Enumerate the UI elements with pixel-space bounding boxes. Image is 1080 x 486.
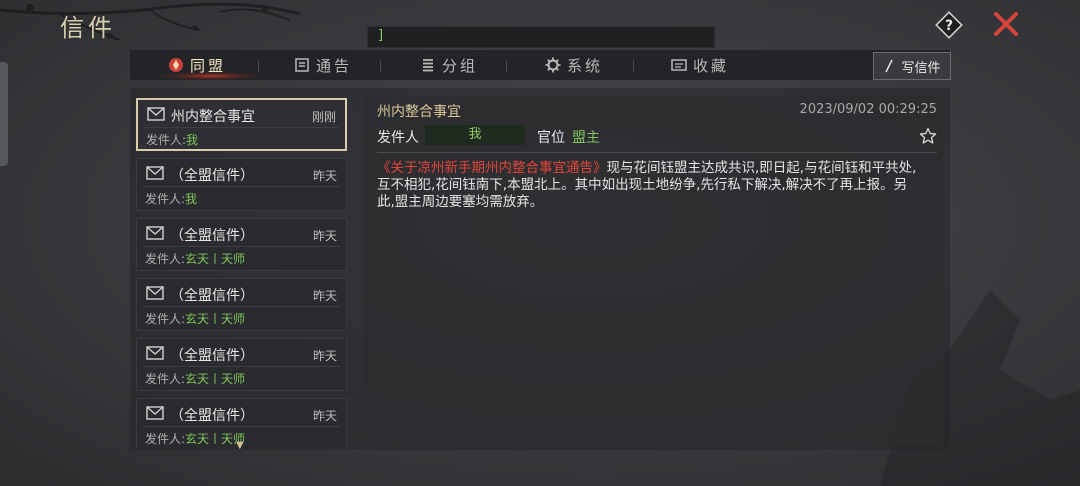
detail-body-highlight[interactable]: 《关于凉州新手期州内整合事宜通告》 — [377, 160, 607, 176]
mail-subject: （全盟信件） — [170, 168, 254, 184]
tab-bar: 同盟 通告 分组 系统 收藏 — [130, 50, 950, 80]
compose-label: 写信件 — [901, 60, 941, 76]
detail-sender-name[interactable]: 我 — [425, 125, 525, 145]
mail-subject: 州内整合事宜 — [171, 109, 255, 125]
mail-item[interactable]: （全盟信件） 昨天 发件人:玄天丨天师 — [136, 218, 347, 271]
tab-divider — [633, 60, 634, 72]
group-icon — [420, 57, 436, 73]
mail-sender: 发件人:玄天丨天师 — [145, 252, 246, 266]
divider — [143, 186, 340, 187]
side-handle — [0, 62, 8, 166]
tab-group[interactable]: 分组 — [420, 50, 478, 80]
page-title: 信件 — [60, 14, 116, 42]
compose-button[interactable]: 写信件 — [873, 52, 951, 80]
mail-subject: （全盟信件） — [170, 348, 254, 364]
tab-label: 同盟 — [190, 56, 227, 75]
alliance-icon — [168, 57, 184, 73]
mail-subject: （全盟信件） — [170, 408, 254, 424]
tab-divider — [380, 60, 381, 72]
gear-icon — [545, 57, 561, 73]
mail-time: 昨天 — [312, 229, 337, 243]
envelope-icon — [146, 286, 164, 300]
mail-sender: 发件人:我 — [146, 133, 199, 147]
detail-date: 2023/09/02 00:29:25 — [799, 102, 937, 117]
mail-sender-name: 玄天丨天师 — [185, 372, 246, 386]
detail-rank: 盟主 — [572, 130, 600, 146]
mail-subject: （全盟信件） — [170, 228, 254, 244]
mail-subject: （全盟信件） — [170, 288, 254, 304]
tab-label: 通告 — [316, 56, 353, 75]
divider — [144, 127, 339, 128]
envelope-icon — [146, 226, 164, 240]
star-icon[interactable] — [919, 127, 937, 145]
divider — [377, 152, 937, 153]
mail-sender: 发件人:玄天丨天师 — [145, 372, 246, 386]
envelope-icon — [146, 166, 164, 180]
mail-item[interactable]: （全盟信件） 昨天 发件人:玄天丨天师 — [136, 338, 347, 391]
tab-label: 收藏 — [693, 56, 730, 75]
mail-sender-name: 玄天丨天师 — [185, 312, 246, 326]
detail-sender-label: 发件人 — [377, 130, 419, 146]
tab-alliance[interactable]: 同盟 — [168, 50, 226, 80]
divider — [143, 246, 340, 247]
mail-sender-name: 我 — [186, 133, 199, 147]
mail-sender-name: 玄天丨天师 — [185, 252, 246, 266]
scroll-down-icon[interactable]: ▼ — [236, 440, 244, 451]
detail-rank-label: 官位 — [537, 130, 565, 146]
help-icon[interactable]: ? — [934, 10, 964, 40]
collection-icon — [671, 57, 687, 73]
envelope-icon — [146, 346, 164, 360]
mail-sender-name: 我 — [185, 192, 198, 206]
divider — [143, 306, 340, 307]
pen-icon — [885, 59, 894, 73]
close-icon[interactable] — [992, 10, 1020, 38]
mail-time: 昨天 — [312, 169, 337, 183]
search-input-value: ] — [378, 28, 384, 43]
mail-time: 昨天 — [312, 349, 337, 363]
tab-divider — [506, 60, 507, 72]
mail-time: 刚刚 — [311, 110, 336, 124]
mail-sender: 发件人:玄天丨天师 — [145, 432, 246, 446]
mail-time: 昨天 — [312, 289, 337, 303]
svg-text:?: ? — [945, 18, 953, 34]
tab-collection[interactable]: 收藏 — [671, 50, 729, 80]
mail-item[interactable]: 州内整合事宜 刚刚 发件人:我 — [136, 98, 347, 151]
tab-label: 系统 — [567, 56, 604, 75]
divider — [143, 426, 340, 427]
mail-item[interactable]: （全盟信件） 昨天 发件人:玄天丨天师 — [136, 278, 347, 331]
detail-body: 《关于凉州新手期州内整合事宜通告》现与花间钰盟主达成共识,即日起,与花间钰和平共… — [377, 160, 923, 211]
tab-label: 分组 — [442, 56, 479, 75]
mail-sender: 发件人:玄天丨天师 — [145, 312, 246, 326]
notice-icon — [294, 57, 310, 73]
divider — [143, 366, 340, 367]
mail-list[interactable]: 州内整合事宜 刚刚 发件人:我 （全盟信件） 昨天 发件人:我 （全盟信件） 昨… — [134, 97, 351, 448]
tab-notice[interactable]: 通告 — [294, 50, 352, 80]
tab-divider — [258, 60, 259, 72]
mail-item[interactable]: （全盟信件） 昨天 发件人:我 — [136, 158, 347, 211]
tab-system[interactable]: 系统 — [545, 50, 603, 80]
envelope-icon — [146, 406, 164, 420]
envelope-icon — [147, 107, 165, 121]
detail-subject: 州内整合事宜 — [377, 104, 461, 120]
search-input[interactable]: ] — [367, 26, 715, 48]
mail-sender: 发件人:我 — [145, 192, 198, 206]
mail-detail: 州内整合事宜 2023/09/02 00:29:25 发件人 我 官位 盟主 《… — [363, 96, 943, 446]
mail-time: 昨天 — [312, 409, 337, 423]
